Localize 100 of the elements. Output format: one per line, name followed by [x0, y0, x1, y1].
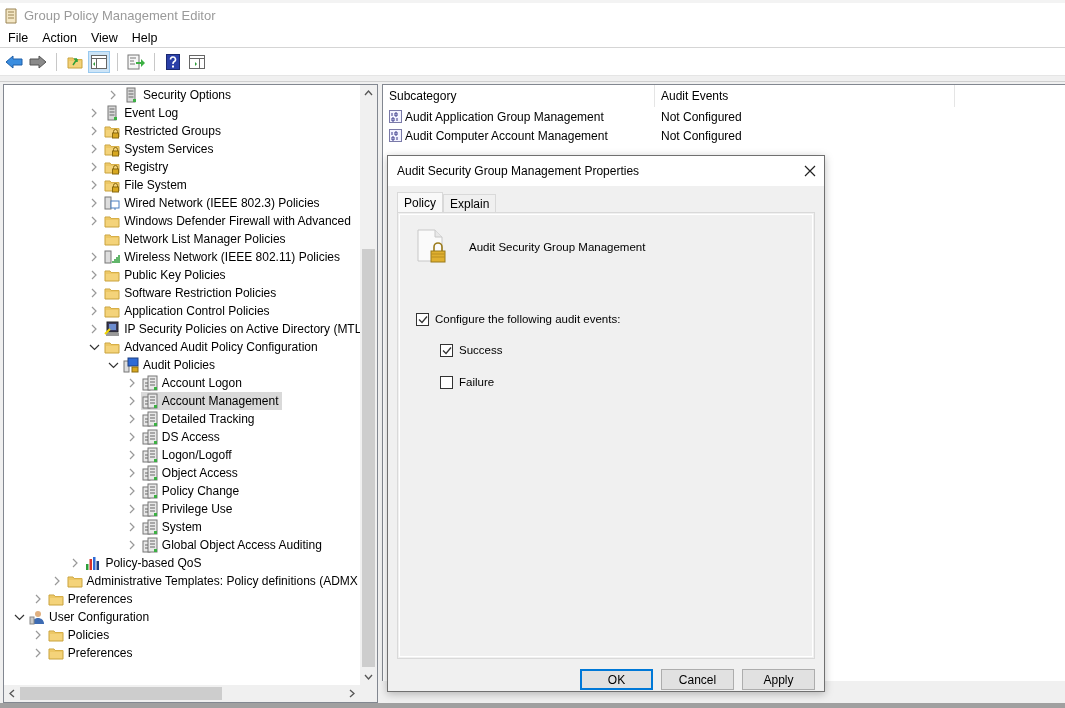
- bar-chart-icon: [85, 555, 102, 571]
- tree-item[interactable]: Preferences: [46, 590, 136, 608]
- scrollbar-thumb[interactable]: [362, 249, 375, 667]
- checkmark-icon: [417, 315, 428, 325]
- chevron-down-icon[interactable]: [108, 360, 119, 370]
- tree-item[interactable]: Administrative Templates: Policy definitions (ADMX: [65, 572, 360, 590]
- window-title: Group Policy Management Editor: [24, 7, 216, 26]
- tree-item[interactable]: Advanced Audit Policy Configuration: [103, 338, 321, 356]
- locked-document-icon: [416, 229, 446, 263]
- monitor-key-icon: [104, 321, 121, 337]
- scroll-document-icon: [4, 8, 18, 24]
- server-icon: [123, 87, 139, 103]
- locked-folder-icon: [104, 123, 121, 139]
- tree-item[interactable]: Windows Defender Firewall with Advanced: [103, 212, 354, 230]
- help-icon: [166, 53, 180, 70]
- tree-item[interactable]: Audit Policies: [122, 356, 219, 374]
- network-computer-icon: [104, 195, 121, 211]
- tree-item[interactable]: Global Object Access Auditing: [140, 536, 325, 554]
- tree-item[interactable]: Application Control Policies: [103, 302, 273, 320]
- menu-item[interactable]: Help: [131, 28, 158, 48]
- folder-icon: [47, 627, 64, 643]
- menu-item[interactable]: File: [8, 28, 29, 48]
- folder-icon: [47, 645, 64, 661]
- tree-item[interactable]: System Services: [103, 140, 217, 158]
- policy-name: Audit Security Group Management: [469, 240, 646, 255]
- checkbox[interactable]: [440, 375, 453, 389]
- wireless-computer-icon: [104, 249, 121, 265]
- folder-icon: [66, 573, 83, 589]
- table-cell-text: Audit Application Group Management: [405, 108, 604, 126]
- tree-item[interactable]: Policy-based QoS: [84, 554, 205, 572]
- folder-icon: [104, 213, 121, 229]
- tree-item[interactable]: Account Logon: [140, 374, 245, 392]
- tab[interactable]: Policy: [397, 192, 443, 212]
- vertical-scrollbar[interactable]: [360, 85, 377, 685]
- tree-item[interactable]: Wired Network (IEEE 802.3) Policies: [103, 194, 323, 212]
- checkbox-label[interactable]: Failure: [459, 373, 495, 391]
- scrollbar-thumb[interactable]: [20, 687, 222, 700]
- checkbox[interactable]: [440, 344, 453, 358]
- dialog-button[interactable]: Cancel: [661, 669, 734, 690]
- tree-item[interactable]: Restricted Groups: [103, 122, 224, 140]
- checkbox-label[interactable]: Configure the following audit events:: [435, 311, 621, 329]
- policy-list-icon: [141, 393, 158, 409]
- checkmark-icon: [441, 346, 452, 356]
- tree-item[interactable]: Wireless Network (IEEE 802.11) Policies: [103, 248, 344, 266]
- locked-folder-icon: [104, 141, 121, 157]
- table-cell-text: Not Configured: [660, 108, 742, 126]
- folder-icon: [104, 231, 121, 247]
- tree-item[interactable]: Object Access: [140, 464, 241, 482]
- binary-document-icon: [389, 129, 402, 142]
- folder-icon: [104, 267, 121, 283]
- column-header[interactable]: Subcategory: [383, 85, 655, 107]
- pane-toggle-icon: [91, 54, 107, 69]
- tree-item[interactable]: Software Restriction Policies: [103, 284, 280, 302]
- pane-toggle-icon: [189, 54, 205, 69]
- audit-computer-icon: [123, 357, 139, 373]
- policy-list-icon: [141, 411, 158, 427]
- policy-list-icon: [141, 501, 158, 517]
- tree-item[interactable]: Event Log: [103, 104, 182, 122]
- tree-item[interactable]: Account Management: [140, 392, 282, 410]
- policy-list-icon: [141, 447, 158, 463]
- checkbox-label[interactable]: Success: [459, 342, 503, 360]
- dialog-button[interactable]: OK: [580, 669, 653, 690]
- tree-item[interactable]: Network List Manager Policies: [103, 230, 289, 248]
- tree-item[interactable]: Security Options: [122, 86, 235, 104]
- toolbar-button[interactable]: [88, 50, 110, 73]
- folder-icon: [47, 591, 64, 607]
- tree-item[interactable]: Logon/Logoff: [140, 446, 235, 464]
- chevron-right-icon[interactable]: [108, 90, 118, 100]
- tab[interactable]: Explain: [443, 194, 497, 212]
- checkbox[interactable]: [416, 313, 429, 327]
- folder-icon: [104, 339, 121, 355]
- menu-item[interactable]: View: [90, 28, 118, 48]
- chevron-down-icon[interactable]: [89, 342, 101, 352]
- column-header[interactable]: Audit Events: [655, 85, 955, 107]
- locked-folder-icon: [104, 159, 121, 175]
- table-cell-text: Not Configured: [660, 127, 742, 145]
- tree-item[interactable]: Privilege Use: [140, 500, 236, 518]
- tree-item[interactable]: DS Access: [140, 428, 223, 446]
- tree-item[interactable]: User Configuration: [28, 608, 153, 626]
- policy-list-icon: [141, 465, 158, 481]
- user-icon: [29, 609, 45, 625]
- chevron-down-icon[interactable]: [14, 612, 25, 622]
- menu-item[interactable]: Action: [42, 28, 77, 48]
- close-icon[interactable]: [804, 165, 816, 177]
- horizontal-scrollbar[interactable]: [4, 685, 377, 702]
- tree-item[interactable]: Registry: [103, 158, 172, 176]
- tree-item[interactable]: Public Key Policies: [103, 266, 229, 284]
- binary-document-icon: [389, 110, 402, 123]
- dialog-button[interactable]: Apply: [742, 669, 815, 690]
- policy-list-icon: [141, 519, 158, 535]
- tree-item[interactable]: System: [140, 518, 205, 536]
- tree-item[interactable]: File System: [103, 176, 190, 194]
- folder-icon: [104, 285, 121, 301]
- back-arrow-icon: [5, 54, 23, 69]
- tree-item[interactable]: Policy Change: [140, 482, 243, 500]
- tree-item[interactable]: Preferences: [46, 644, 136, 662]
- table-cell-text: Audit Computer Account Management: [405, 127, 608, 145]
- tree-item[interactable]: Policies: [46, 626, 113, 644]
- policy-list-icon: [141, 429, 158, 445]
- tree-item[interactable]: Detailed Tracking: [140, 410, 258, 428]
